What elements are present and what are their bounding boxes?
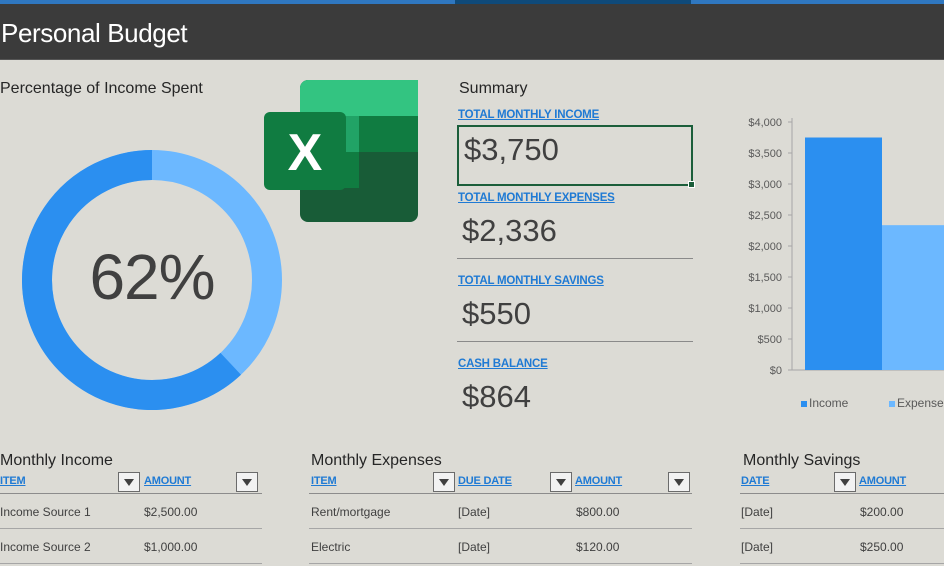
income-table-header: ITEM AMOUNT bbox=[0, 470, 262, 494]
page-title: Personal Budget bbox=[1, 18, 188, 48]
expenses-table-header: ITEM DUE DATE AMOUNT bbox=[309, 470, 692, 494]
savings-col-date: DATE bbox=[741, 475, 770, 487]
savings-amount-cell: $250.00 bbox=[860, 540, 904, 554]
cash-balance-label: CASH BALANCE bbox=[458, 358, 548, 370]
summary-cash-balance: CASH BALANCE $864 bbox=[457, 357, 693, 425]
income-col-amount: AMOUNT bbox=[144, 475, 192, 487]
expenses-table-title: Monthly Expenses bbox=[311, 452, 442, 469]
savings-date-cell: [Date] bbox=[741, 540, 774, 554]
total-expenses-value: $2,336 bbox=[462, 213, 557, 248]
y-tick-label: $1,000 bbox=[748, 303, 782, 315]
income-col-item: ITEM bbox=[0, 475, 26, 487]
filter-dropdown-icon[interactable] bbox=[118, 472, 140, 492]
bar-income[interactable] bbox=[805, 137, 882, 371]
y-tick-label: $1,500 bbox=[748, 272, 782, 284]
excel-logo-icon: X bbox=[264, 80, 418, 222]
savings-date-cell: [Date] bbox=[741, 505, 774, 519]
income-item-cell: Income Source 2 bbox=[0, 540, 91, 554]
table-row[interactable]: [Date] $250.00 bbox=[740, 529, 944, 564]
income-amount-cell: $1,000.00 bbox=[144, 540, 198, 554]
y-tick-label: $2,500 bbox=[748, 210, 782, 222]
bar-expenses[interactable] bbox=[882, 225, 944, 370]
expense-amount-cell: $120.00 bbox=[576, 540, 620, 554]
income-table: ITEM AMOUNT Income Source 1 $2,500.00 In… bbox=[0, 470, 262, 564]
filter-dropdown-icon[interactable] bbox=[834, 472, 856, 492]
expenses-table: ITEM DUE DATE AMOUNT Rent/mortgage [Date… bbox=[309, 470, 692, 564]
donut-percent-text: 62% bbox=[89, 241, 215, 313]
filter-dropdown-icon[interactable] bbox=[668, 472, 690, 492]
cell-fill-handle[interactable] bbox=[688, 181, 695, 188]
y-tick-label: $3,000 bbox=[748, 179, 782, 191]
expense-item-cell: Electric bbox=[311, 540, 351, 554]
summary-total-income: TOTAL MONTHLY INCOME $3,750 bbox=[457, 108, 695, 188]
y-tick-label: $500 bbox=[758, 334, 782, 346]
expense-due-date-cell: [Date] bbox=[458, 540, 491, 554]
filter-dropdown-icon[interactable] bbox=[550, 472, 572, 492]
income-table-title: Monthly Income bbox=[0, 452, 113, 469]
cash-balance-value: $864 bbox=[462, 379, 531, 414]
expense-due-date-cell: [Date] bbox=[458, 505, 491, 519]
savings-col-amount: AMOUNT bbox=[859, 475, 907, 487]
legend-label: Income bbox=[809, 396, 849, 410]
table-row[interactable]: Electric [Date] $120.00 bbox=[309, 529, 692, 564]
legend-swatch bbox=[889, 401, 895, 407]
legend-swatch bbox=[801, 401, 807, 407]
total-expenses-label: TOTAL MONTHLY EXPENSES bbox=[458, 192, 615, 204]
summary-total-expenses: TOTAL MONTHLY EXPENSES $2,336 bbox=[457, 191, 693, 259]
expense-amount-cell: $800.00 bbox=[576, 505, 620, 519]
svg-text:X: X bbox=[288, 124, 323, 182]
y-tick-label: $3,500 bbox=[748, 148, 782, 160]
savings-table-header: DATE AMOUNT bbox=[740, 470, 944, 494]
donut-label: Percentage of Income Spent bbox=[0, 80, 203, 97]
y-tick-label: $0 bbox=[770, 365, 782, 377]
total-expenses-cell[interactable]: $2,336 bbox=[457, 211, 693, 259]
expense-item-cell: Rent/mortgage bbox=[311, 505, 391, 519]
title-bar: Personal Budget bbox=[0, 4, 944, 60]
expenses-col-amount: AMOUNT bbox=[575, 475, 623, 487]
y-tick-label: $2,000 bbox=[748, 241, 782, 253]
table-row[interactable]: Rent/mortgage [Date] $800.00 bbox=[309, 494, 692, 529]
total-income-cell[interactable]: $3,750 bbox=[457, 125, 695, 188]
expenses-col-due-date: DUE DATE bbox=[458, 475, 512, 487]
total-savings-cell[interactable]: $550 bbox=[457, 294, 693, 342]
summary-total-savings: TOTAL MONTHLY SAVINGS $550 bbox=[457, 274, 693, 342]
income-item-cell: Income Source 1 bbox=[0, 505, 91, 519]
total-income-value: $3,750 bbox=[464, 132, 559, 167]
total-savings-label: TOTAL MONTHLY SAVINGS bbox=[458, 275, 604, 287]
filter-dropdown-icon[interactable] bbox=[236, 472, 258, 492]
income-amount-cell: $2,500.00 bbox=[144, 505, 198, 519]
income-expense-bar-chart[interactable]: $0 $500 $1,000 $1,500 $2,000 $2,500 $3,000 $3,5… bbox=[728, 108, 944, 418]
filter-dropdown-icon[interactable] bbox=[433, 472, 455, 492]
table-row[interactable]: Income Source 2 $1,000.00 bbox=[0, 529, 262, 564]
table-row[interactable]: [Date] $200.00 bbox=[740, 494, 944, 529]
legend-label: Expense bbox=[897, 396, 944, 410]
expenses-col-item: ITEM bbox=[311, 475, 337, 487]
cash-balance-cell[interactable]: $864 bbox=[457, 377, 693, 425]
total-income-label: TOTAL MONTHLY INCOME bbox=[458, 109, 600, 121]
savings-table-title: Monthly Savings bbox=[743, 452, 861, 469]
summary-title: Summary bbox=[459, 80, 528, 97]
savings-amount-cell: $200.00 bbox=[860, 505, 904, 519]
table-row[interactable]: Income Source 1 $2,500.00 bbox=[0, 494, 262, 529]
y-tick-label: $4,000 bbox=[748, 117, 782, 129]
savings-table: DATE AMOUNT [Date] $200.00 [Date] $250.0… bbox=[740, 470, 944, 564]
total-savings-value: $550 bbox=[462, 296, 531, 331]
